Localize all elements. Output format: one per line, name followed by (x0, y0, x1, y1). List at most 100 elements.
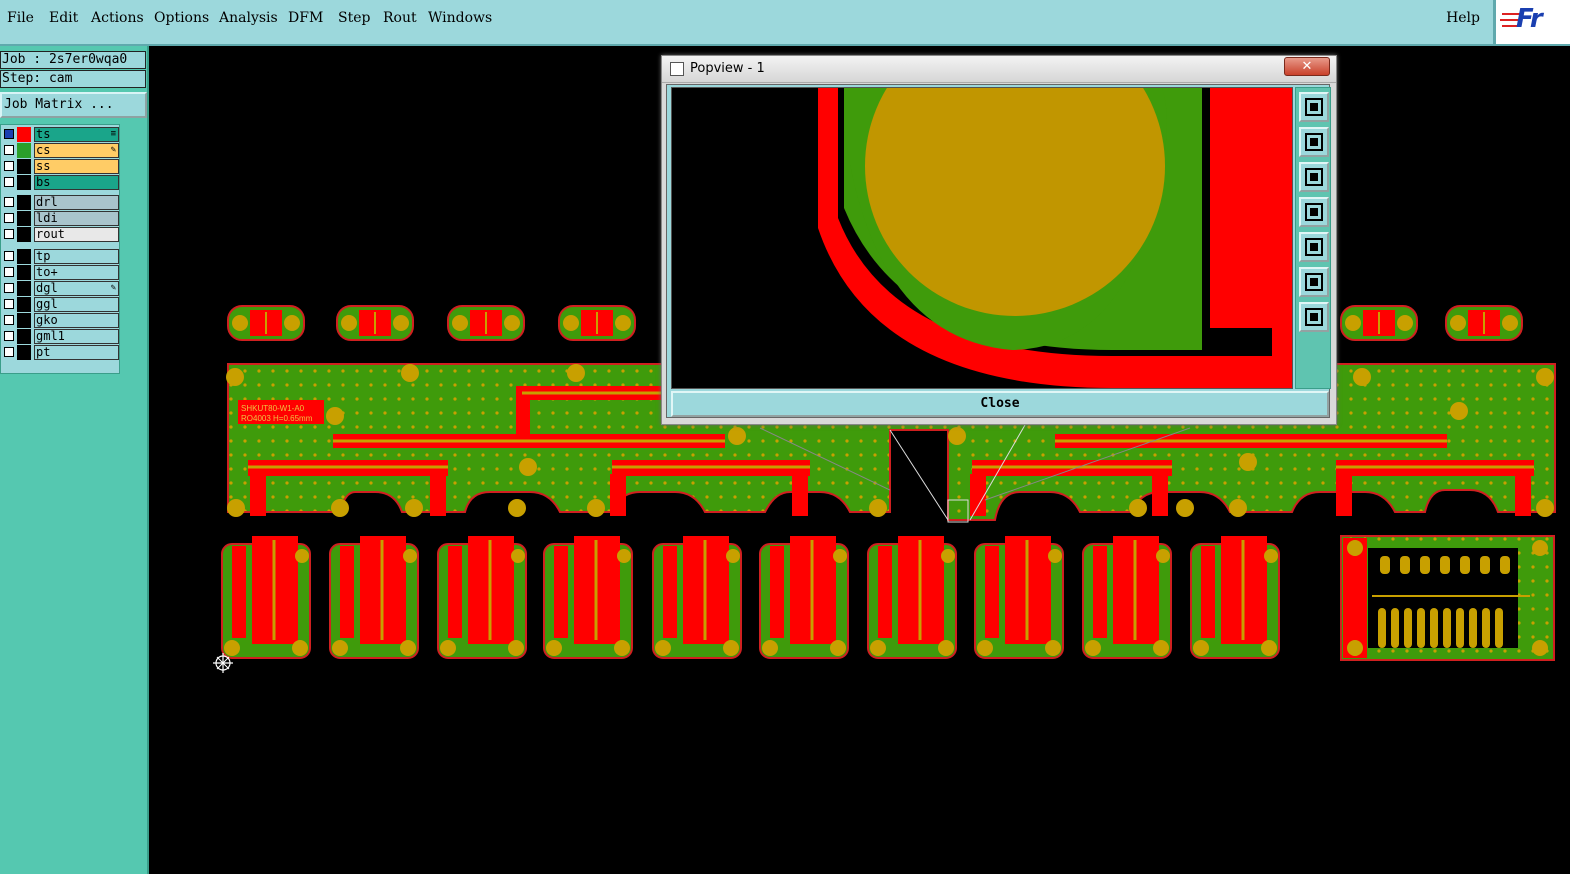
chip-board-row (221, 536, 1280, 659)
small-board (1340, 305, 1418, 341)
layer-checkbox[interactable] (4, 177, 14, 187)
layer-color-swatch[interactable] (17, 227, 31, 242)
chip-board (221, 536, 311, 659)
popview-canvas[interactable] (671, 87, 1293, 389)
layer-color-swatch[interactable] (17, 281, 31, 296)
layer-name[interactable]: tp (34, 249, 119, 264)
layer-color-swatch[interactable] (17, 195, 31, 210)
layer-list: ts ≡ cs ✎ ss bs drl ldi rout tp to+ dgl ✎ ggl gko gml1 p… (0, 124, 120, 374)
layer-name[interactable]: bs (34, 175, 119, 190)
layer-color-swatch[interactable] (17, 211, 31, 226)
layer-checkbox[interactable] (4, 229, 14, 239)
small-board (336, 305, 414, 341)
pan-up-icon[interactable] (1299, 127, 1329, 157)
layer-name[interactable]: dgl ✎ (34, 281, 119, 296)
menu-analysis[interactable]: Analysis (219, 10, 278, 26)
layer-row-pt[interactable]: pt (1, 345, 119, 360)
job-name-label: Job : 2s7er0wqa0 (0, 51, 146, 69)
pan-down-icon[interactable] (1299, 162, 1329, 192)
layer-row-to+[interactable]: to+ (1, 265, 119, 280)
layer-checkbox[interactable] (4, 213, 14, 223)
layer-row-dgl[interactable]: dgl ✎ (1, 281, 119, 296)
popview-close-icon[interactable]: ✕ (1284, 57, 1330, 76)
pan-left-icon[interactable] (1299, 197, 1329, 227)
layer-row-gml1[interactable]: gml1 (1, 329, 119, 344)
layer-edit-icon: ✎ (110, 283, 116, 293)
menu-edit[interactable]: Edit (49, 10, 78, 26)
menu-actions[interactable]: Actions (91, 10, 144, 26)
chip-board (1082, 536, 1172, 659)
popview-titlebar[interactable]: Popview - 1 ✕ (662, 56, 1336, 83)
layer-row-tp[interactable]: tp (1, 249, 119, 264)
layer-checkbox[interactable] (4, 347, 14, 357)
pad (1417, 608, 1425, 648)
layer-name[interactable]: gml1 (34, 329, 119, 344)
zoom-window-icon[interactable] (1299, 92, 1329, 122)
pad (1391, 608, 1399, 648)
layer-row-rout[interactable]: rout (1, 227, 119, 242)
job-matrix-button[interactable]: Job Matrix ... (0, 92, 147, 118)
popview-window: Popview - 1 ✕ Close (661, 55, 1337, 425)
menu-rout[interactable]: Rout (383, 10, 417, 26)
popview-close-button[interactable]: Close (671, 391, 1329, 417)
layer-color-swatch[interactable] (17, 313, 31, 328)
zoom-center-icon[interactable] (1299, 302, 1329, 332)
layer-color-swatch[interactable] (17, 127, 31, 142)
layer-name[interactable]: gko (34, 313, 119, 328)
layer-row-ldi[interactable]: ldi (1, 211, 119, 226)
small-board (1445, 305, 1523, 341)
layer-row-drl[interactable]: drl (1, 195, 119, 210)
layer-color-swatch[interactable] (17, 143, 31, 158)
zoom-fit-icon[interactable] (1299, 267, 1329, 297)
layer-checkbox[interactable] (4, 161, 14, 171)
layer-row-ss[interactable]: ss (1, 159, 119, 174)
pad (1404, 608, 1412, 648)
menu-options[interactable]: Options (154, 10, 209, 26)
pad (1443, 608, 1451, 648)
layer-color-swatch[interactable] (17, 329, 31, 344)
popview-app-icon (670, 62, 684, 76)
layer-name[interactable]: rout (34, 227, 119, 242)
layer-name[interactable]: drl (34, 195, 119, 210)
layer-checkbox[interactable] (4, 145, 14, 155)
layer-color-swatch[interactable] (17, 297, 31, 312)
layer-color-swatch[interactable] (17, 345, 31, 360)
menu-windows[interactable]: Windows (428, 10, 492, 26)
menu-help[interactable]: Help (1446, 10, 1480, 26)
pad (1480, 556, 1490, 574)
layer-checkbox[interactable] (4, 331, 14, 341)
layer-checkbox[interactable] (4, 197, 14, 207)
layer-edit-icon: ✎ (110, 145, 116, 155)
layer-color-swatch[interactable] (17, 175, 31, 190)
layer-name[interactable]: ldi (34, 211, 119, 226)
layer-checkbox[interactable] (4, 251, 14, 261)
layer-name[interactable]: cs ✎ (34, 143, 119, 158)
logo-text: Fr (1516, 4, 1543, 34)
layer-checkbox[interactable] (4, 299, 14, 309)
layer-row-cs[interactable]: cs ✎ (1, 143, 119, 158)
small-board (227, 305, 305, 341)
layer-row-ggl[interactable]: ggl (1, 297, 119, 312)
menu-dfm[interactable]: DFM (288, 10, 323, 26)
layer-checkbox[interactable] (4, 315, 14, 325)
layer-name[interactable]: ggl (34, 297, 119, 312)
chip-board (867, 536, 957, 659)
layer-name[interactable]: ss (34, 159, 119, 174)
layer-row-bs[interactable]: bs (1, 175, 119, 190)
layer-checkbox[interactable] (4, 129, 14, 139)
layer-name[interactable]: pt (34, 345, 119, 360)
layer-name[interactable]: to+ (34, 265, 119, 280)
layer-edit-icon: ≡ (110, 129, 116, 139)
layer-checkbox[interactable] (4, 283, 14, 293)
layer-name[interactable]: ts ≡ (34, 127, 119, 142)
layer-color-swatch[interactable] (17, 159, 31, 174)
layer-row-gko[interactable]: gko (1, 313, 119, 328)
layer-checkbox[interactable] (4, 267, 14, 277)
layer-row-ts[interactable]: ts ≡ (1, 127, 119, 142)
pan-right-icon[interactable] (1299, 232, 1329, 262)
menu-file[interactable]: File (7, 10, 34, 26)
chip-board (1190, 536, 1280, 659)
layer-color-swatch[interactable] (17, 265, 31, 280)
menu-step[interactable]: Step (338, 10, 370, 26)
layer-color-swatch[interactable] (17, 249, 31, 264)
